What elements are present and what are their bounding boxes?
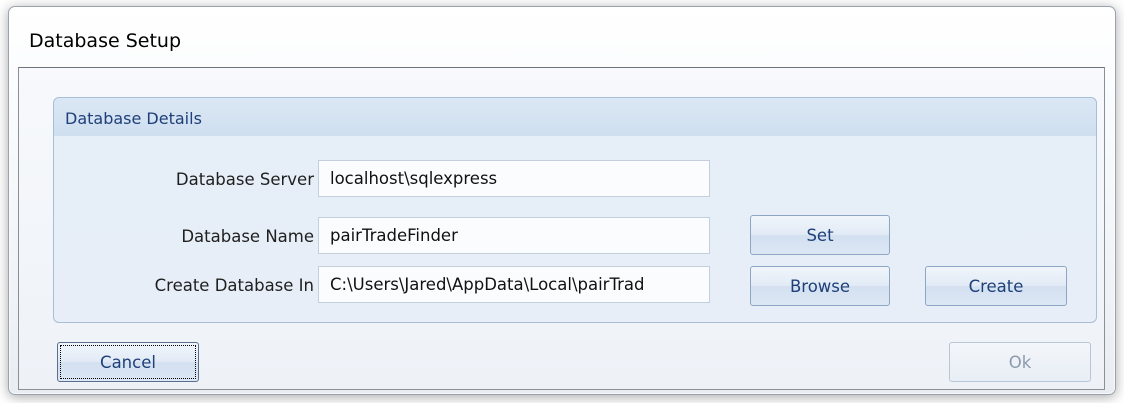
dialog-client-area: Database Details Database Server Databas…	[18, 67, 1105, 390]
create-database-in-label: Create Database In	[154, 276, 314, 295]
database-server-label: Database Server	[175, 170, 314, 189]
ok-button[interactable]: Ok	[949, 342, 1091, 382]
database-server-input[interactable]	[318, 160, 710, 197]
database-details-group: Database Details Database Server Databas…	[53, 97, 1097, 323]
cancel-button[interactable]: Cancel	[57, 342, 199, 382]
browse-button[interactable]: Browse	[750, 266, 890, 306]
database-name-label: Database Name	[181, 227, 314, 246]
group-title: Database Details	[65, 109, 202, 128]
create-button[interactable]: Create	[925, 266, 1067, 306]
group-header: Database Details	[54, 98, 1096, 136]
title-bar[interactable]: Database Setup	[9, 7, 1115, 65]
set-button[interactable]: Set	[750, 215, 890, 255]
database-setup-dialog: Database Setup Database Details Database…	[8, 6, 1116, 395]
database-name-input[interactable]	[318, 217, 710, 254]
window-title: Database Setup	[29, 30, 181, 52]
create-database-in-input[interactable]	[318, 266, 710, 303]
